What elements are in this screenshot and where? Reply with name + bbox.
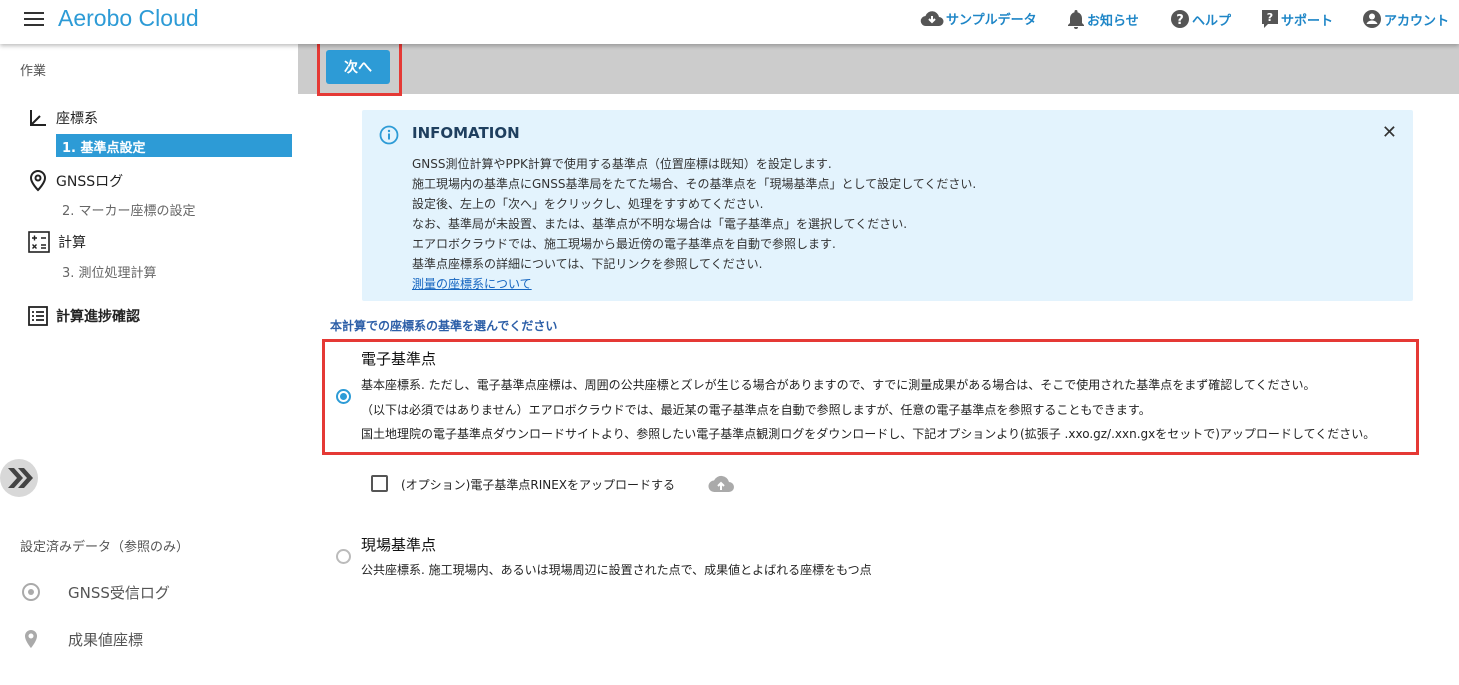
sidebar-ref-gnss-label: GNSS受信ログ [68,583,170,602]
help-label: ヘルプ [1192,13,1232,29]
location-pin-icon [25,630,37,648]
sidebar-item-gnss-label: GNSSログ [56,174,124,190]
sidebar-section-work: 作業 [20,64,47,79]
calculator-icon [28,231,50,253]
account-label: アカウント [1384,13,1450,29]
close-icon[interactable]: ✕ [1382,122,1397,143]
coord-system-link[interactable]: 測量の座標系について [412,274,976,294]
info-line: エアロボクラウドでは、施工現場から最近傍の電子基準点を自動で参照します. [412,237,836,251]
info-line: 施工現場内の基準点にGNSS基準局をたてた場合、その基準点を「現場基準点」として… [412,177,977,191]
bell-icon [1068,10,1084,29]
app-header: Aerobo Cloud サンプルデータ お知らせ ? ヘルプ ? サポート ア… [0,0,1459,44]
option-site-desc: 公共座標系. 施工現場内、あるいは現場周辺に設置された点で、成果値とよばれる座標… [361,563,872,577]
info-title: INFOMATION [412,124,520,142]
sidebar-item-progress[interactable]: 計算進捗確認 [28,306,140,326]
radio-site-base[interactable] [336,549,351,564]
hamburger-menu-icon[interactable] [24,12,44,28]
sidebar: 作業 座標系 1. 基準点設定 GNSSログ 2. マーカー座標の設定 計算 3… [0,44,298,685]
option-electronic-line: （以下は必須ではありません）エアロボクラウドでは、最近某の電子基準点を自動で参照… [361,403,1151,417]
sidebar-ref-gnss[interactable]: GNSS受信ログ [20,581,170,603]
info-line: 設定後、左上の「次へ」をクリックし、処理をすすめてください. [412,197,764,211]
sample-data-link[interactable]: サンプルデータ [920,9,1037,28]
sample-data-label: サンプルデータ [946,13,1037,28]
info-panel: INFOMATION ✕ GNSS測位計算やPPK計算で使用する基準点（位置座標… [362,110,1413,301]
sidebar-item-coord-label: 座標系 [56,111,98,127]
sidebar-sub-marker[interactable]: 2. マーカー座標の設定 [62,200,196,219]
support-chat-icon: ? [1262,10,1278,28]
info-line: GNSS測位計算やPPK計算で使用する基準点（位置座標は既知）を設定します. [412,157,832,171]
sidebar-item-coord[interactable]: 座標系 [28,108,98,128]
news-link[interactable]: お知らせ [1067,9,1139,29]
option-electronic-title: 電子基準点 [361,350,437,368]
sidebar-item-progress-label: 計算進捗確認 [56,309,140,325]
info-icon [379,125,399,145]
info-text: GNSS測位計算やPPK計算で使用する基準点（位置座標は既知）を設定します. 施… [412,154,976,294]
option-site-title: 現場基準点 [361,536,437,554]
location-pin-icon [29,170,47,192]
account-circle-icon [1363,10,1381,28]
option-electronic-line: 基本座標系. ただし、電子基準点座標は、周囲の公共座標とズレが生じる場合がありま… [361,378,1316,392]
radio-target-icon [22,583,40,601]
rinex-upload-checkbox[interactable] [371,475,388,492]
list-icon [28,306,48,326]
app-title[interactable]: Aerobo Cloud [58,5,199,32]
option-electronic-line: 国土地理院の電子基準点ダウンロードサイトより、参照したい電子基準点観測ログをダウ… [361,427,1376,441]
expand-chevron-button[interactable] [0,459,38,497]
axis-icon [30,110,46,126]
info-line: なお、基準局が未設置、または、基準点が不明な場合は「電子基準点」を選択してくださ… [412,217,908,231]
help-link[interactable]: ? ヘルプ [1170,9,1231,29]
toolbar: 次へ [298,44,1459,94]
highlight-next-button [317,39,402,96]
sidebar-ref-result-label: 成果値座標 [68,630,144,649]
sidebar-item-base-point-active[interactable]: 1. 基準点設定 [56,134,292,157]
news-label: お知らせ [1087,13,1139,29]
rinex-upload-label[interactable]: (オプション)電子基準点RINEXをアップロードする [401,476,675,493]
sidebar-item-calc-label: 計算 [58,235,86,251]
section-label: 本計算での座標系の基準を選んでください [330,319,558,333]
svg-text:?: ? [1267,11,1273,24]
help-circle-icon: ? [1171,10,1189,28]
sidebar-section-ref: 設定済みデータ（参照のみ） [20,540,190,555]
info-line: 基準点座標系の詳細については、下記リンクを参照してください. [412,257,763,271]
account-link[interactable]: アカウント [1362,9,1449,29]
svg-text:?: ? [1176,13,1184,28]
radio-electronic-base[interactable] [336,389,351,404]
cloud-download-icon [920,10,944,26]
support-link[interactable]: ? サポート [1261,9,1333,29]
sidebar-sub-positioning[interactable]: 3. 測位処理計算 [62,262,157,281]
support-label: サポート [1281,13,1334,29]
cloud-upload-icon[interactable] [708,474,734,494]
sidebar-item-gnss[interactable]: GNSSログ [28,170,123,192]
sidebar-ref-result[interactable]: 成果値座標 [20,628,143,650]
sidebar-item-calc[interactable]: 計算 [28,231,86,253]
double-chevron-right-icon [8,468,33,488]
